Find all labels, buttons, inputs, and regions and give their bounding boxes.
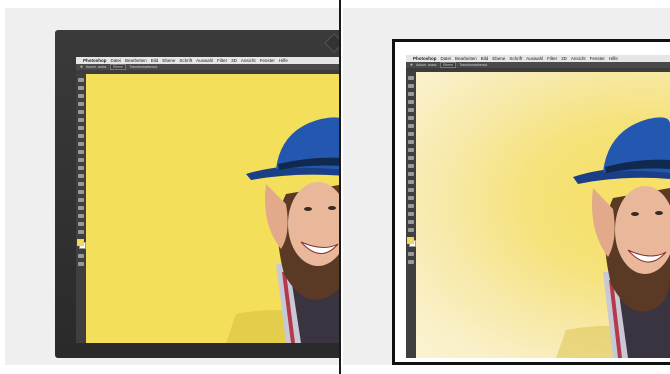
- pen-tool-icon[interactable]: [408, 188, 414, 192]
- document-canvas[interactable]: [416, 72, 670, 358]
- quick-select-tool-icon[interactable]: [408, 100, 414, 104]
- path-select-tool-icon[interactable]: [408, 204, 414, 208]
- document-canvas[interactable]: [86, 74, 339, 343]
- brush-tool-icon[interactable]: [78, 134, 84, 138]
- quick-mask-icon[interactable]: [408, 252, 414, 256]
- gradient-tool-icon[interactable]: [78, 166, 84, 170]
- shape-tool-icon[interactable]: [78, 214, 84, 218]
- menu-item[interactable]: Filter: [547, 56, 557, 61]
- auto-select-option[interactable]: Autom. ausw.: [86, 65, 107, 69]
- frame-matte: Photoshop Datei Bearbeiten Bild Ebene Sc…: [395, 42, 670, 362]
- menu-item[interactable]: Filter: [217, 58, 227, 63]
- healing-tool-icon[interactable]: [78, 126, 84, 130]
- menu-item[interactable]: Bild: [151, 58, 159, 63]
- foreground-color-swatch[interactable]: [77, 239, 84, 246]
- menu-item[interactable]: Bild: [481, 56, 489, 61]
- menu-item[interactable]: Datei: [111, 58, 122, 63]
- framed-screenshot: Photoshop Datei Bearbeiten Bild Ebene Sc…: [392, 39, 670, 365]
- zoom-tool-icon[interactable]: [78, 230, 84, 234]
- photoshop-window: Photoshop Datei Bearbeiten Bild Ebene Sc…: [406, 55, 670, 358]
- photo-woman-with-hat: [86, 74, 339, 343]
- dodge-tool-icon[interactable]: [408, 180, 414, 184]
- shape-tool-icon[interactable]: [408, 212, 414, 216]
- monitor-bezel: Photoshop Datei Bearbeiten Bild Ebene Sc…: [55, 30, 339, 358]
- menu-item[interactable]: Schrift: [509, 56, 522, 61]
- menu-item[interactable]: Ansicht: [571, 56, 586, 61]
- menu-item[interactable]: Auswahl: [526, 56, 543, 61]
- lasso-tool-icon[interactable]: [78, 94, 84, 98]
- menu-item[interactable]: Ebene: [492, 56, 505, 61]
- menu-app-name[interactable]: Photoshop: [413, 56, 437, 61]
- menu-item[interactable]: Bearbeiten: [455, 56, 477, 61]
- stamp-tool-icon[interactable]: [408, 140, 414, 144]
- transform-controls-option[interactable]: Transformationsst.: [459, 63, 488, 67]
- brush-tool-icon[interactable]: [408, 132, 414, 136]
- menu-item[interactable]: Auswahl: [196, 58, 213, 63]
- quick-select-tool-icon[interactable]: [78, 102, 84, 106]
- marquee-tool-icon[interactable]: [78, 86, 84, 90]
- crop-tool-icon[interactable]: [408, 108, 414, 112]
- lasso-tool-icon[interactable]: [408, 92, 414, 96]
- menu-item[interactable]: Schrift: [179, 58, 192, 63]
- dodge-tool-icon[interactable]: [78, 182, 84, 186]
- move-tool-icon[interactable]: ✥: [410, 63, 413, 67]
- after-panel: Photoshop Datei Bearbeiten Bild Ebene Sc…: [343, 8, 670, 365]
- menu-item[interactable]: Datei: [441, 56, 452, 61]
- blur-tool-icon[interactable]: [78, 174, 84, 178]
- eraser-tool-icon[interactable]: [408, 156, 414, 160]
- menu-item[interactable]: Ansicht: [241, 58, 256, 63]
- menu-item[interactable]: Fenster: [260, 58, 275, 63]
- before-panel: Photoshop Datei Bearbeiten Bild Ebene Sc…: [5, 8, 339, 365]
- menu-item[interactable]: Fenster: [590, 56, 605, 61]
- marquee-tool-icon[interactable]: [408, 84, 414, 88]
- quick-mask-icon[interactable]: [78, 254, 84, 258]
- screen-mode-icon[interactable]: [408, 260, 414, 264]
- eraser-tool-icon[interactable]: [78, 158, 84, 162]
- path-select-tool-icon[interactable]: [78, 206, 84, 210]
- move-tool-icon[interactable]: [78, 78, 84, 82]
- stamp-tool-icon[interactable]: [78, 142, 84, 146]
- monitor-logo-icon: [324, 33, 339, 53]
- move-tool-icon[interactable]: [408, 76, 414, 80]
- history-brush-tool-icon[interactable]: [78, 150, 84, 154]
- menu-item[interactable]: Bearbeiten: [125, 58, 147, 63]
- menu-bar: Photoshop Datei Bearbeiten Bild Ebene Sc…: [76, 57, 339, 64]
- type-tool-icon[interactable]: [78, 198, 84, 202]
- pen-tool-icon[interactable]: [78, 190, 84, 194]
- history-brush-tool-icon[interactable]: [408, 148, 414, 152]
- transform-controls-option[interactable]: Transformationsst.: [129, 65, 158, 69]
- eyedropper-tool-icon[interactable]: [408, 116, 414, 120]
- menu-app-name[interactable]: Photoshop: [83, 58, 107, 63]
- panel-divider: [339, 0, 341, 374]
- menu-item[interactable]: 3D: [231, 58, 237, 63]
- hand-tool-icon[interactable]: [78, 222, 84, 226]
- hand-tool-icon[interactable]: [408, 220, 414, 224]
- crop-tool-icon[interactable]: [78, 110, 84, 114]
- healing-tool-icon[interactable]: [408, 124, 414, 128]
- menu-bar: Photoshop Datei Bearbeiten Bild Ebene Sc…: [406, 55, 670, 62]
- photo-woman-with-hat-faded: [556, 117, 670, 358]
- menu-item[interactable]: Ebene: [162, 58, 175, 63]
- type-tool-icon[interactable]: [408, 196, 414, 200]
- auto-select-option[interactable]: Autom. ausw.: [416, 63, 437, 67]
- menu-item[interactable]: Hilfe: [609, 56, 618, 61]
- foreground-color-swatch[interactable]: [407, 237, 414, 244]
- zoom-tool-icon[interactable]: [408, 228, 414, 232]
- photoshop-window: Photoshop Datei Bearbeiten Bild Ebene Sc…: [76, 57, 339, 343]
- eyedropper-tool-icon[interactable]: [78, 118, 84, 122]
- gradient-tool-icon[interactable]: [408, 164, 414, 168]
- menu-item[interactable]: Hilfe: [279, 58, 288, 63]
- blur-tool-icon[interactable]: [408, 172, 414, 176]
- screen-mode-icon[interactable]: [78, 262, 84, 266]
- menu-item[interactable]: 3D: [561, 56, 567, 61]
- move-tool-icon[interactable]: ✥: [80, 65, 83, 69]
